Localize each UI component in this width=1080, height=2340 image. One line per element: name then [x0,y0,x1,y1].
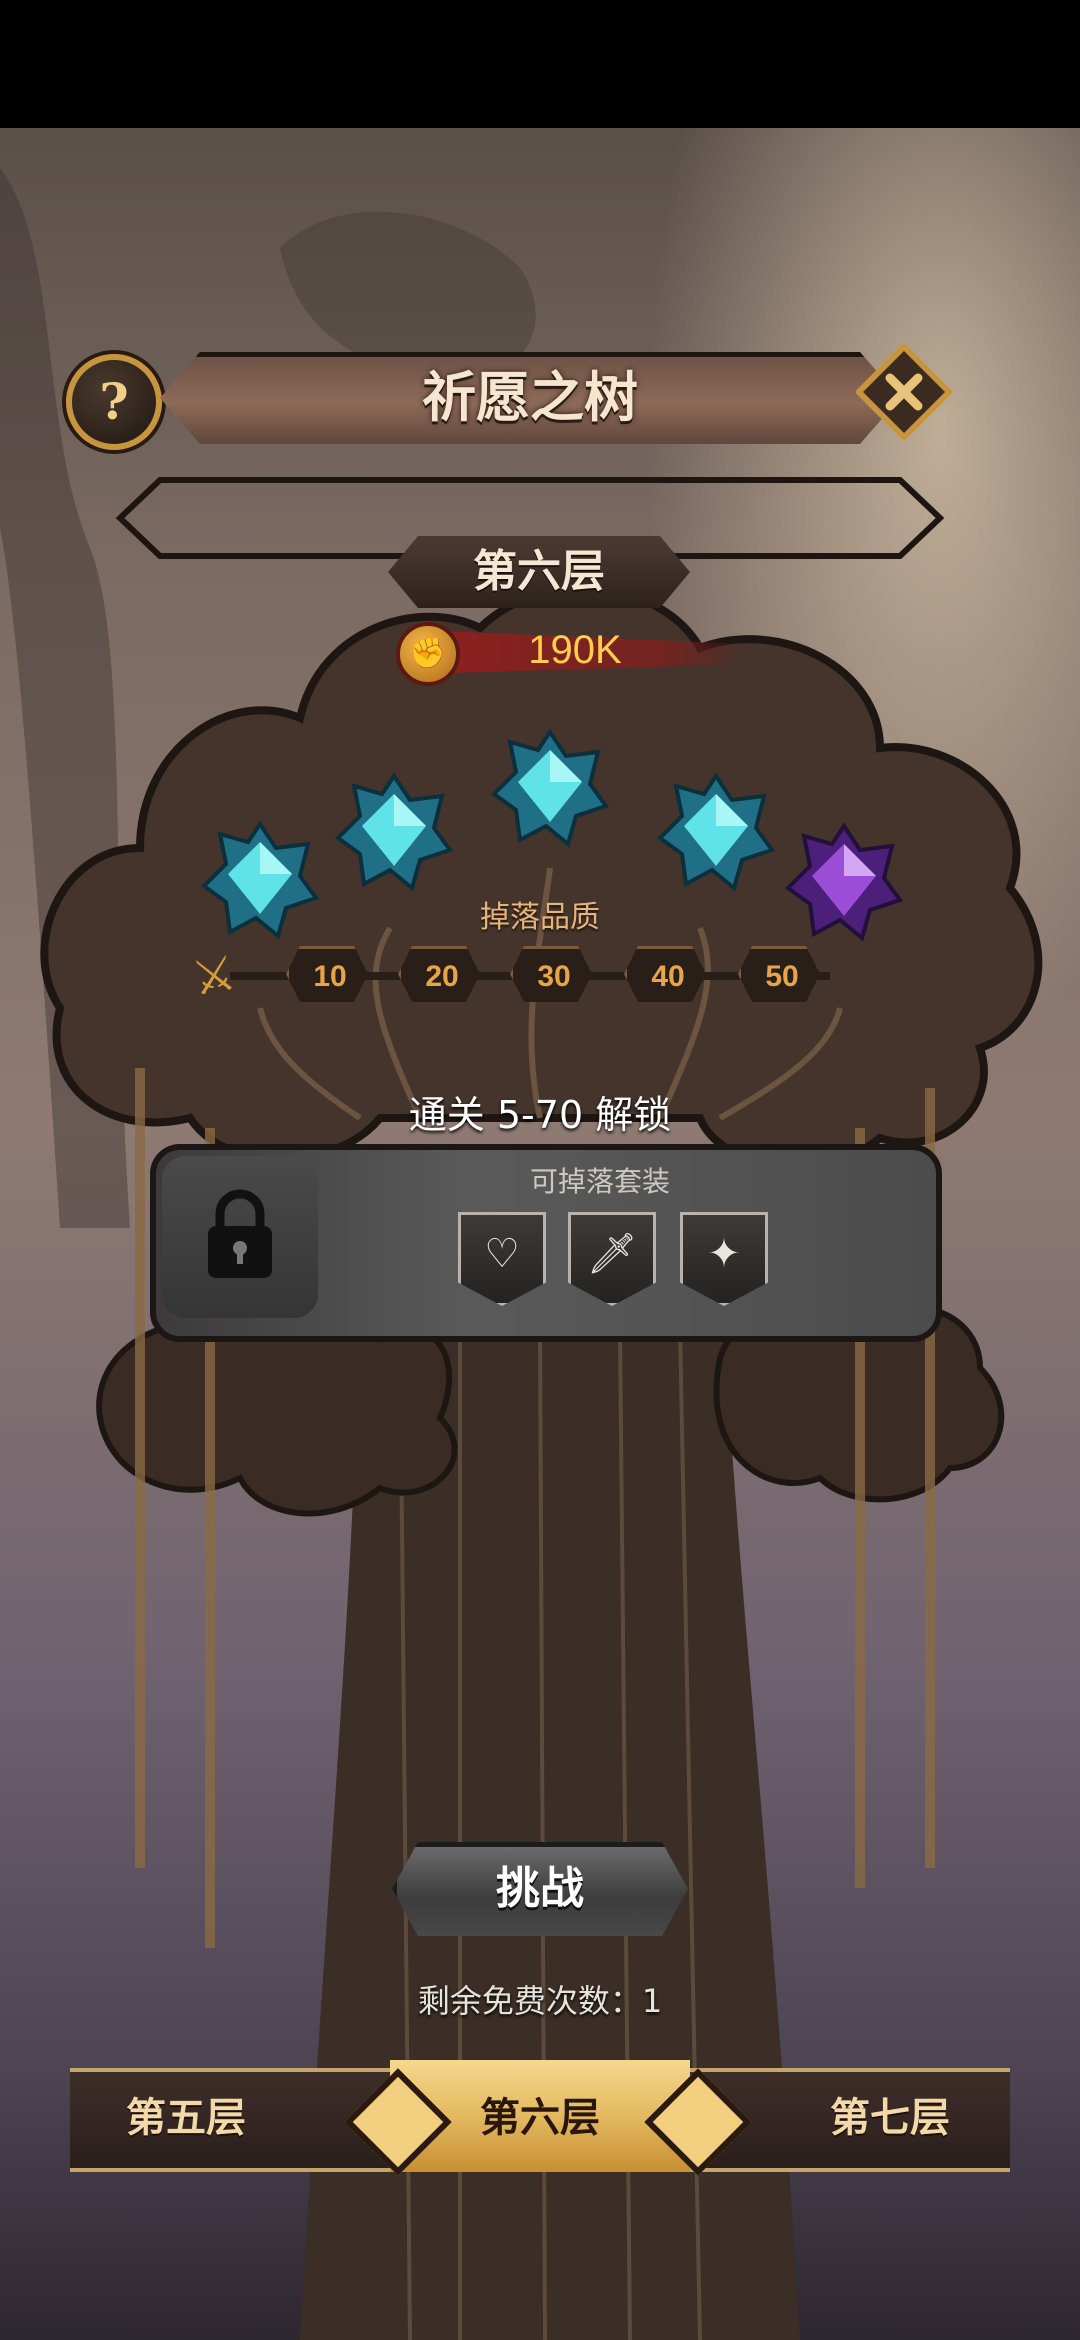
close-button[interactable] [856,344,952,440]
floor-name: 第六层 [473,546,605,597]
power-value: 190K [528,628,622,672]
fist-icon: ✊ [396,622,460,686]
floor-nav-current[interactable]: 第六层 [420,2088,660,2148]
floor-nav-next[interactable]: 第七层 [810,2088,970,2148]
free-attempts-text: 剩余免费次数：1 [417,1982,663,2020]
page-title: 祈愿之树 [422,366,638,429]
set-title: 可掉落套装 [529,1165,670,1198]
unlock-requirement: 通关 5-70 解锁 [408,1093,672,1137]
gem-icon-cyan [490,728,610,848]
gem-icon-cyan [334,772,454,892]
gem-icon-cyan [656,772,776,892]
challenge-button[interactable]: 挑战 [392,1842,688,1936]
lock-icon [208,1189,272,1278]
drop-quality-label: 掉落品质 [480,900,600,935]
help-button[interactable]: ? [66,354,162,450]
status-bar [0,0,1080,128]
help-icon: ? [99,372,129,431]
gem-icon-cyan [200,820,320,940]
crossed-swords-icon: ⚔ [187,944,241,1008]
gem-icon-purple [784,822,904,942]
floor-nav-prev[interactable]: 第五层 [106,2088,266,2148]
